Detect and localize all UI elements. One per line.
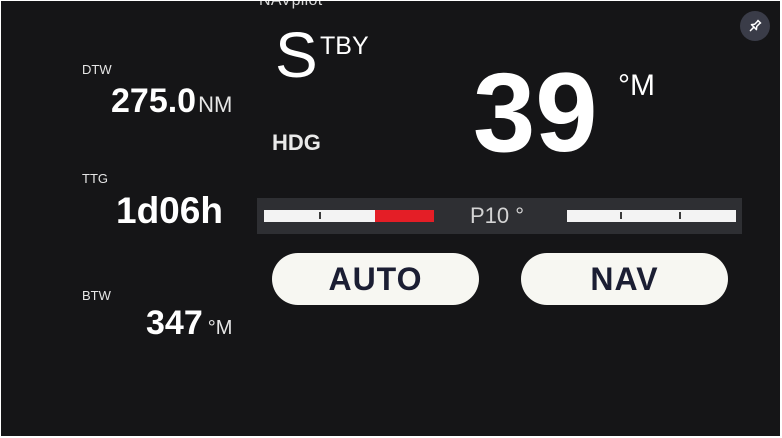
app-title: NAVpilot (259, 1, 322, 10)
rudder-port-fill (374, 210, 434, 222)
btw-value: 347 (146, 304, 203, 342)
autopilot-screen: NAVpilot DTW 275.0NM TTG 1d06h BTW 347°M… (1, 1, 780, 436)
ttg-label: TTG (82, 171, 108, 186)
starboard-tick (620, 212, 622, 219)
heading-unit: °M (618, 69, 655, 102)
dtw-readout: 275.0NM (111, 83, 232, 123)
rudder-starboard-bar (567, 210, 736, 222)
hdg-label: HDG (272, 130, 321, 155)
dtw-unit: NM (198, 92, 233, 117)
pin-icon (749, 19, 762, 32)
btw-unit: °M (207, 317, 233, 339)
rudder-indicator: P10 ° (257, 198, 742, 234)
pin-button[interactable] (740, 11, 770, 41)
btw-readout: 347 °M (146, 305, 232, 346)
starboard-tick (679, 212, 681, 219)
ttg-value: 1d06h (116, 190, 223, 231)
nav-button[interactable]: NAV (521, 253, 728, 305)
rudder-angle-text: P10 ° (470, 203, 525, 228)
mode-letter: S (275, 19, 318, 91)
heading-value: 39 (473, 50, 598, 175)
rudder-port-bar (264, 210, 434, 222)
port-tick (319, 212, 321, 219)
mode-suffix: TBY (320, 32, 369, 60)
btw-label: BTW (82, 288, 111, 303)
auto-button[interactable]: AUTO (272, 253, 479, 305)
dtw-value: 275.0 (111, 82, 197, 120)
dtw-label: DTW (82, 62, 112, 77)
